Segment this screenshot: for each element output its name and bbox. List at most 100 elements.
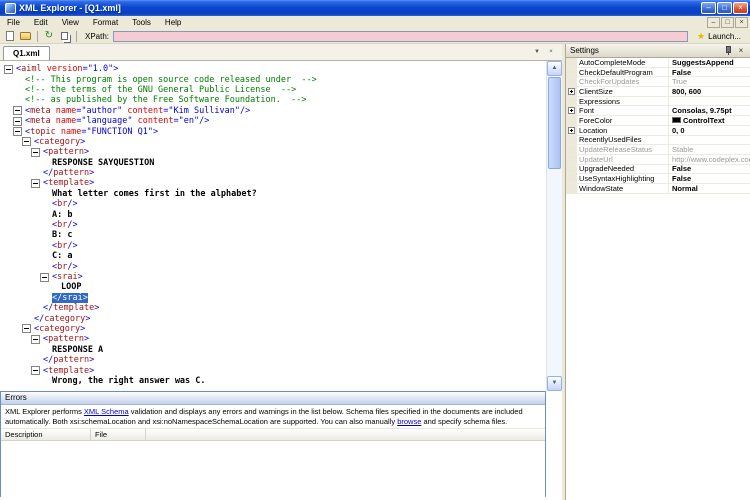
pin-icon[interactable] xyxy=(724,46,732,55)
node-text[interactable]: C: a xyxy=(52,251,72,261)
node-text[interactable]: <template> xyxy=(43,366,94,376)
node-text[interactable]: Wrong, the right answer was C. xyxy=(52,376,206,386)
xml-line[interactable]: <pattern> xyxy=(0,147,546,157)
menu-item-tools[interactable]: Tools xyxy=(125,16,158,29)
refresh-button[interactable]: ↻ xyxy=(42,30,56,43)
xml-tree[interactable]: <aiml version="1.0"><!-- This program is… xyxy=(0,61,546,391)
node-text[interactable]: </pattern> xyxy=(43,355,94,365)
property-value[interactable]: Normal xyxy=(669,184,750,193)
scroll-up-button[interactable]: ▲ xyxy=(547,61,562,76)
node-text[interactable]: <pattern> xyxy=(43,147,89,157)
xml-line[interactable]: </pattern> xyxy=(0,355,546,365)
node-text[interactable]: <!-- as published by the Free Software F… xyxy=(25,95,306,105)
property-row-windowstate[interactable]: WindowStateNormal xyxy=(566,184,750,194)
xml-line[interactable]: A: b xyxy=(0,209,546,219)
property-row-expressions[interactable]: Expressions xyxy=(566,97,750,107)
menu-item-format[interactable]: Format xyxy=(86,16,125,29)
errors-link-browse[interactable]: browse xyxy=(397,417,421,426)
node-text[interactable]: <br/> xyxy=(52,262,78,272)
launch-button[interactable]: ★ Launch... xyxy=(694,30,747,43)
new-document-button[interactable] xyxy=(3,30,17,43)
xml-line[interactable]: RESPONSE A xyxy=(0,345,546,355)
selected-node-text[interactable]: </srai> xyxy=(52,293,88,303)
open-file-button[interactable] xyxy=(18,30,32,43)
collapse-toggle-icon[interactable] xyxy=(13,127,22,136)
property-row-location[interactable]: Location0, 0 xyxy=(566,126,750,136)
property-row-clientsize[interactable]: ClientSize800, 600 xyxy=(566,87,750,97)
property-value[interactable]: True xyxy=(669,77,750,86)
property-value[interactable]: 0, 0 xyxy=(669,126,750,135)
xml-line[interactable]: <srai> xyxy=(0,272,546,282)
xml-line[interactable]: B: c xyxy=(0,230,546,240)
close-button[interactable]: × xyxy=(733,2,748,14)
collapse-toggle-icon[interactable] xyxy=(31,335,40,344)
node-text[interactable]: <br/> xyxy=(52,241,78,251)
expand-icon[interactable] xyxy=(568,127,575,134)
node-text[interactable]: <!-- This program is open source code re… xyxy=(25,75,317,85)
expand-icon[interactable] xyxy=(568,107,575,114)
collapse-toggle-icon[interactable] xyxy=(22,324,31,333)
xml-line[interactable]: <!-- as published by the Free Software F… xyxy=(0,95,546,105)
property-value[interactable]: False xyxy=(669,174,750,183)
mdi-minimize-button[interactable]: – xyxy=(707,17,720,28)
property-value[interactable]: http://www.codeplex.com/xmlexp xyxy=(669,155,750,164)
node-text[interactable]: </template> xyxy=(43,303,99,313)
xml-line[interactable]: <category> xyxy=(0,324,546,334)
collapse-toggle-icon[interactable] xyxy=(31,179,40,188)
xml-line[interactable]: <!-- the terms of the GNU General Public… xyxy=(0,85,546,95)
collapse-toggle-icon[interactable] xyxy=(40,273,49,282)
xml-line[interactable]: What letter comes first in the alphabet? xyxy=(0,189,546,199)
menu-item-help[interactable]: Help xyxy=(158,16,188,29)
collapse-toggle-icon[interactable] xyxy=(31,366,40,375)
property-row-checkdefaultprogram[interactable]: CheckDefaultProgramFalse xyxy=(566,68,750,78)
property-value[interactable]: 800, 600 xyxy=(669,87,750,96)
collapse-toggle-icon[interactable] xyxy=(31,148,40,157)
node-text[interactable]: <pattern> xyxy=(43,334,89,344)
node-text[interactable]: A: b xyxy=(52,210,72,220)
tab-q1-xml[interactable]: Q1.xml xyxy=(3,46,50,60)
xml-line[interactable]: <template> xyxy=(0,178,546,188)
xml-line[interactable]: C: a xyxy=(0,251,546,261)
property-value[interactable]: ControlText xyxy=(669,116,750,125)
property-row-font[interactable]: FontConsolas, 9.75pt xyxy=(566,106,750,116)
xml-line[interactable]: <meta name="author" content="Kim Sulliva… xyxy=(0,106,546,116)
xml-line[interactable]: <aiml version="1.0"> xyxy=(0,64,546,74)
expand-icon[interactable] xyxy=(568,88,575,95)
xml-line[interactable]: <br/> xyxy=(0,241,546,251)
property-row-upgradeneeded[interactable]: UpgradeNeededFalse xyxy=(566,165,750,175)
xml-line[interactable]: <!-- This program is open source code re… xyxy=(0,74,546,84)
mdi-close-button[interactable]: × xyxy=(735,17,748,28)
xml-line[interactable]: <pattern> xyxy=(0,334,546,344)
node-text[interactable]: <br/> xyxy=(52,220,78,230)
property-row-checkforupdates[interactable]: CheckForUpdatesTrue xyxy=(566,77,750,87)
vertical-scrollbar[interactable]: ▲ ▼ xyxy=(546,61,562,391)
tab-close-button[interactable]: × xyxy=(544,46,558,59)
xml-line[interactable]: <topic name="FUNCTION Q1"> xyxy=(0,126,546,136)
node-text[interactable]: </pattern> xyxy=(43,168,94,178)
property-row-updateurl[interactable]: UpdateUrlhttp://www.codeplex.com/xmlexp xyxy=(566,155,750,165)
menu-item-edit[interactable]: Edit xyxy=(27,16,55,29)
property-value[interactable]: Consolas, 9.75pt xyxy=(669,106,750,115)
menu-item-file[interactable]: File xyxy=(0,16,27,29)
xml-line[interactable]: <template> xyxy=(0,365,546,375)
collapse-toggle-icon[interactable] xyxy=(22,137,31,146)
property-row-usesyntaxhighlighting[interactable]: UseSyntaxHighlightingFalse xyxy=(566,174,750,184)
xpath-input[interactable] xyxy=(113,31,688,42)
property-value[interactable]: False xyxy=(669,68,750,77)
node-text[interactable]: <topic name="FUNCTION Q1"> xyxy=(25,127,158,137)
xml-line[interactable]: LOOP xyxy=(0,282,546,292)
xml-line[interactable]: <br/> xyxy=(0,199,546,209)
node-text[interactable]: <srai> xyxy=(52,272,83,282)
collapse-toggle-icon[interactable] xyxy=(13,117,22,126)
node-text[interactable]: RESPONSE A xyxy=(52,345,103,355)
xml-line[interactable]: <br/> xyxy=(0,261,546,271)
node-text[interactable]: <meta name="language" content="en"/> xyxy=(25,116,209,126)
scroll-down-button[interactable]: ▼ xyxy=(547,376,562,391)
node-text[interactable]: RESPONSE SAYQUESTION xyxy=(52,158,154,168)
tab-list-dropdown-button[interactable]: ▼ xyxy=(530,46,544,59)
property-row-updatereleasestatus[interactable]: UpdateReleaseStatusStable xyxy=(566,145,750,155)
property-row-autocompletemode[interactable]: AutoCompleteModeSuggestsAppend xyxy=(566,58,750,68)
node-text[interactable]: <!-- the terms of the GNU General Public… xyxy=(25,85,296,95)
property-value[interactable]: Stable xyxy=(669,145,750,154)
node-text[interactable]: LOOP xyxy=(61,282,81,292)
